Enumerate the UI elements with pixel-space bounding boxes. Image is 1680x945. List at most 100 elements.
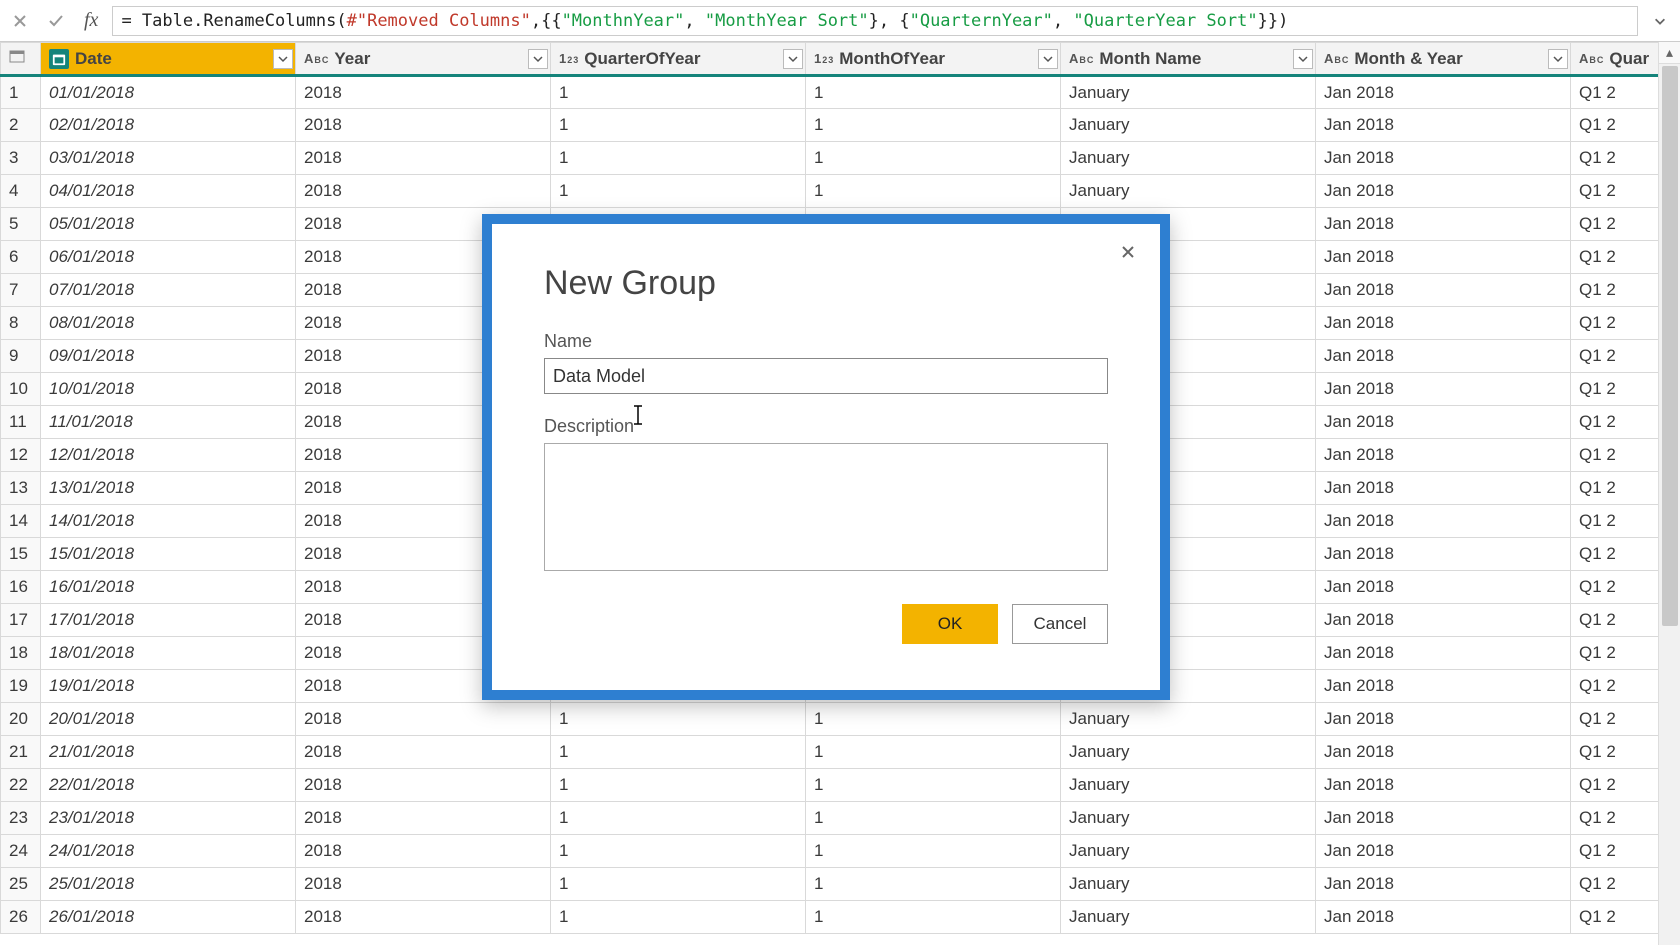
cell-monthofyear[interactable]: 1 xyxy=(806,835,1061,868)
cell-monthyear[interactable]: Jan 2018 xyxy=(1316,241,1571,274)
cell-date[interactable]: 10/01/2018 xyxy=(41,373,296,406)
column-filter-button[interactable] xyxy=(783,49,803,69)
cell-monthyear[interactable]: Jan 2018 xyxy=(1316,604,1571,637)
ok-button[interactable]: OK xyxy=(902,604,998,644)
name-input[interactable] xyxy=(544,358,1108,394)
row-number[interactable]: 23 xyxy=(1,802,41,835)
cell-quarterofyear[interactable]: 1 xyxy=(551,802,806,835)
row-number[interactable]: 17 xyxy=(1,604,41,637)
cell-date[interactable]: 04/01/2018 xyxy=(41,175,296,208)
cancel-button[interactable]: Cancel xyxy=(1012,604,1108,644)
row-number[interactable]: 11 xyxy=(1,406,41,439)
cell-year[interactable]: 2018 xyxy=(296,769,551,802)
cell-monthyear[interactable]: Jan 2018 xyxy=(1316,670,1571,703)
cell-monthyear[interactable]: Jan 2018 xyxy=(1316,736,1571,769)
scrollbar-thumb[interactable] xyxy=(1662,66,1678,626)
cell-monthyear[interactable]: Jan 2018 xyxy=(1316,505,1571,538)
cell-monthofyear[interactable]: 1 xyxy=(806,901,1061,934)
cell-date[interactable]: 06/01/2018 xyxy=(41,241,296,274)
cell-quarterofyear[interactable]: 1 xyxy=(551,736,806,769)
cell-monthyear[interactable]: Jan 2018 xyxy=(1316,868,1571,901)
cell-quarterofyear[interactable]: 1 xyxy=(551,76,806,109)
column-header-year[interactable]: ABC Year xyxy=(296,43,551,76)
formula-input[interactable]: = Table.RenameColumns(#"Removed Columns"… xyxy=(112,6,1638,36)
row-number[interactable]: 7 xyxy=(1,274,41,307)
cell-monthyear[interactable]: Jan 2018 xyxy=(1316,703,1571,736)
cell-year[interactable]: 2018 xyxy=(296,868,551,901)
table-row[interactable]: 202/01/2018201811JanuaryJan 2018Q1 2 xyxy=(1,109,1680,142)
cell-date[interactable]: 19/01/2018 xyxy=(41,670,296,703)
row-number[interactable]: 6 xyxy=(1,241,41,274)
cell-monthyear[interactable]: Jan 2018 xyxy=(1316,274,1571,307)
cell-monthyear[interactable]: Jan 2018 xyxy=(1316,373,1571,406)
column-filter-button[interactable] xyxy=(1293,49,1313,69)
cell-date[interactable]: 15/01/2018 xyxy=(41,538,296,571)
cancel-formula-icon[interactable] xyxy=(6,7,34,35)
row-number[interactable]: 21 xyxy=(1,736,41,769)
cell-monthyear[interactable]: Jan 2018 xyxy=(1316,208,1571,241)
cell-monthyear[interactable]: Jan 2018 xyxy=(1316,406,1571,439)
cell-monthname[interactable]: January xyxy=(1061,835,1316,868)
cell-monthyear[interactable]: Jan 2018 xyxy=(1316,472,1571,505)
cell-year[interactable]: 2018 xyxy=(296,76,551,109)
cell-date[interactable]: 23/01/2018 xyxy=(41,802,296,835)
cell-date[interactable]: 22/01/2018 xyxy=(41,769,296,802)
cell-date[interactable]: 18/01/2018 xyxy=(41,637,296,670)
description-input[interactable] xyxy=(544,443,1108,571)
cell-year[interactable]: 2018 xyxy=(296,703,551,736)
row-number[interactable]: 25 xyxy=(1,868,41,901)
cell-monthname[interactable]: January xyxy=(1061,736,1316,769)
cell-date[interactable]: 26/01/2018 xyxy=(41,901,296,934)
cell-monthyear[interactable]: Jan 2018 xyxy=(1316,769,1571,802)
column-header-quarterofyear[interactable]: 123 QuarterOfYear xyxy=(551,43,806,76)
row-number[interactable]: 4 xyxy=(1,175,41,208)
cell-monthofyear[interactable]: 1 xyxy=(806,142,1061,175)
cell-monthofyear[interactable]: 1 xyxy=(806,175,1061,208)
cell-quarterofyear[interactable]: 1 xyxy=(551,901,806,934)
cell-monthyear[interactable]: Jan 2018 xyxy=(1316,76,1571,109)
cell-date[interactable]: 21/01/2018 xyxy=(41,736,296,769)
accept-formula-icon[interactable] xyxy=(42,7,70,35)
cell-quarterofyear[interactable]: 1 xyxy=(551,769,806,802)
cell-monthyear[interactable]: Jan 2018 xyxy=(1316,802,1571,835)
cell-date[interactable]: 25/01/2018 xyxy=(41,868,296,901)
cell-monthname[interactable]: January xyxy=(1061,769,1316,802)
cell-monthyear[interactable]: Jan 2018 xyxy=(1316,901,1571,934)
column-filter-button[interactable] xyxy=(528,49,548,69)
cell-monthyear[interactable]: Jan 2018 xyxy=(1316,142,1571,175)
cell-monthofyear[interactable]: 1 xyxy=(806,736,1061,769)
cell-monthofyear[interactable]: 1 xyxy=(806,868,1061,901)
cell-quarterofyear[interactable]: 1 xyxy=(551,175,806,208)
dialog-close-button[interactable] xyxy=(1114,238,1142,266)
cell-monthyear[interactable]: Jan 2018 xyxy=(1316,835,1571,868)
cell-year[interactable]: 2018 xyxy=(296,802,551,835)
cell-quarterofyear[interactable]: 1 xyxy=(551,835,806,868)
row-number[interactable]: 16 xyxy=(1,571,41,604)
table-row[interactable]: 2020/01/2018201811JanuaryJan 2018Q1 2 xyxy=(1,703,1680,736)
cell-date[interactable]: 11/01/2018 xyxy=(41,406,296,439)
cell-monthyear[interactable]: Jan 2018 xyxy=(1316,637,1571,670)
cell-quarterofyear[interactable]: 1 xyxy=(551,703,806,736)
cell-date[interactable]: 24/01/2018 xyxy=(41,835,296,868)
cell-monthname[interactable]: January xyxy=(1061,175,1316,208)
cell-monthyear[interactable]: Jan 2018 xyxy=(1316,175,1571,208)
cell-year[interactable]: 2018 xyxy=(296,835,551,868)
cell-quarterofyear[interactable]: 1 xyxy=(551,142,806,175)
cell-year[interactable]: 2018 xyxy=(296,109,551,142)
cell-monthyear[interactable]: Jan 2018 xyxy=(1316,109,1571,142)
row-number[interactable]: 1 xyxy=(1,76,41,109)
row-number[interactable]: 8 xyxy=(1,307,41,340)
cell-monthyear[interactable]: Jan 2018 xyxy=(1316,307,1571,340)
select-all-corner[interactable] xyxy=(1,43,41,76)
cell-monthofyear[interactable]: 1 xyxy=(806,802,1061,835)
cell-date[interactable]: 03/01/2018 xyxy=(41,142,296,175)
row-number[interactable]: 10 xyxy=(1,373,41,406)
cell-date[interactable]: 08/01/2018 xyxy=(41,307,296,340)
row-number[interactable]: 22 xyxy=(1,769,41,802)
row-number[interactable]: 26 xyxy=(1,901,41,934)
column-header-date[interactable]: Date xyxy=(41,43,296,76)
table-row[interactable]: 404/01/2018201811JanuaryJan 2018Q1 2 xyxy=(1,175,1680,208)
row-number[interactable]: 14 xyxy=(1,505,41,538)
column-header-monthyear[interactable]: ABC Month & Year xyxy=(1316,43,1571,76)
cell-monthofyear[interactable]: 1 xyxy=(806,109,1061,142)
